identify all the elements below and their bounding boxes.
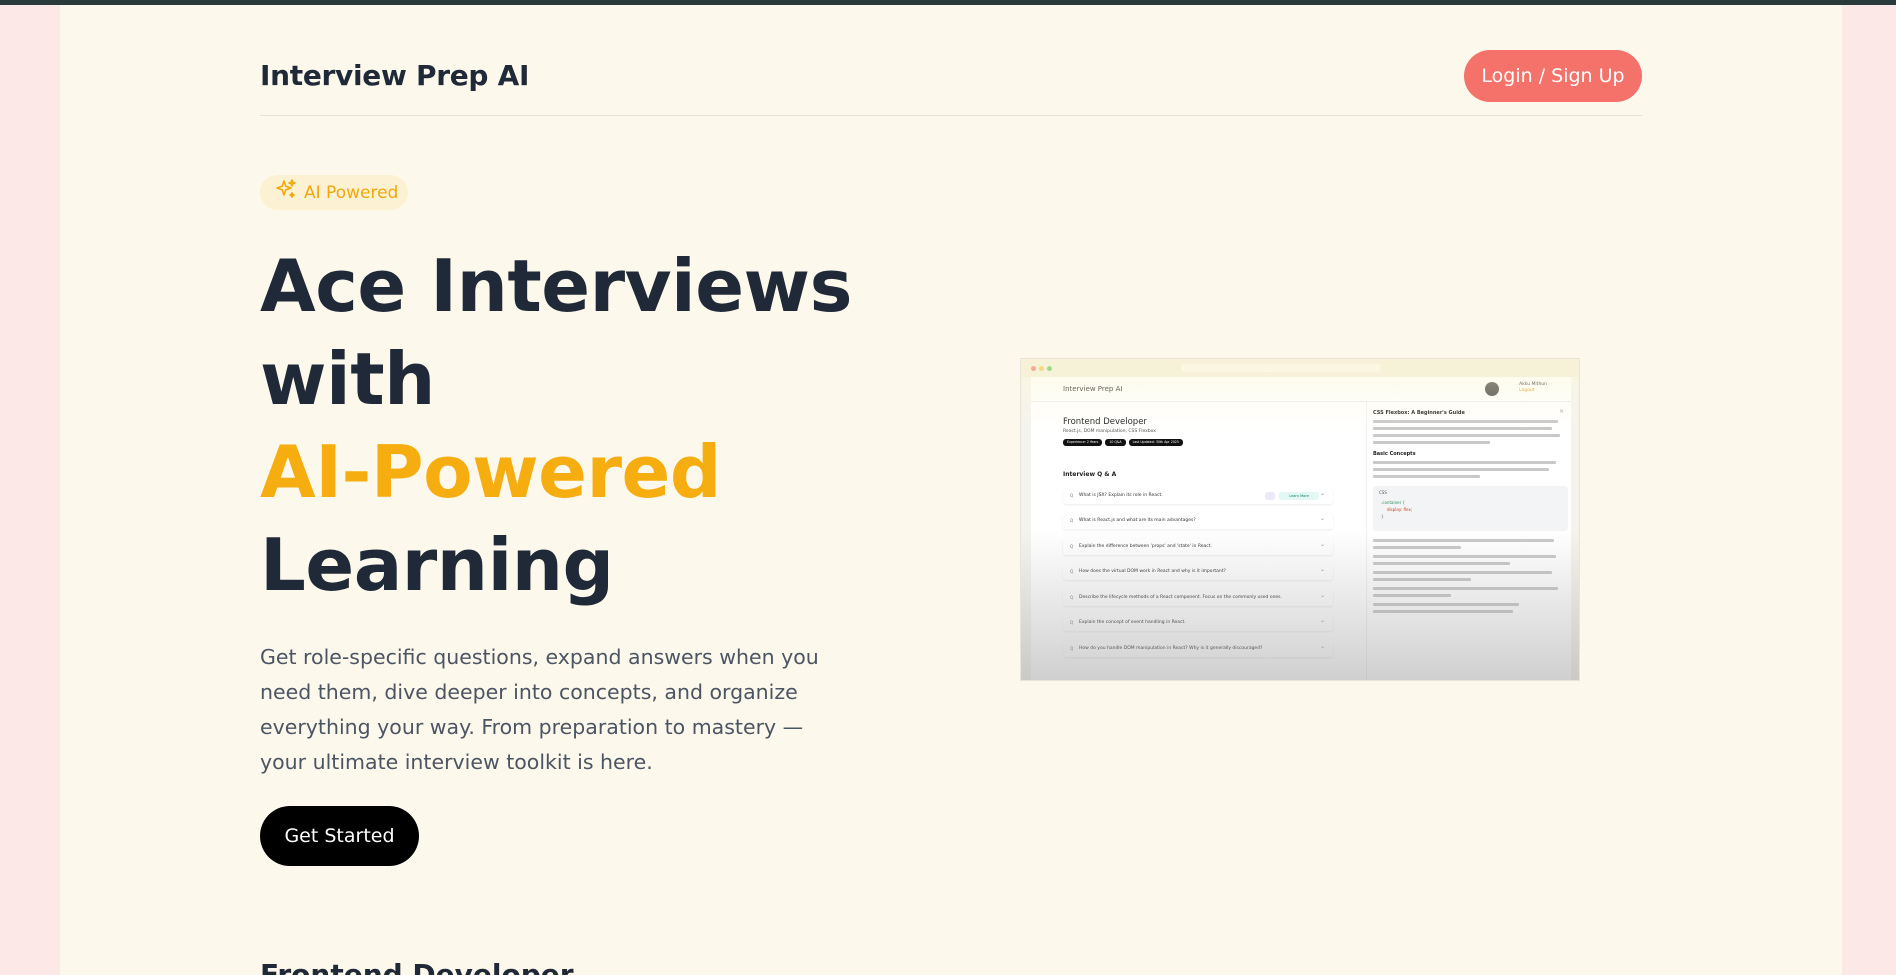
preview-tag: Last Updated: 30th Apr 2025	[1128, 439, 1183, 446]
preview-question-item: Describe the lifecycle methods of a Reac…	[1063, 588, 1333, 606]
preview-close-icon: ×	[1558, 408, 1564, 415]
preview-text-line	[1373, 562, 1510, 565]
hero-title-line-2: with	[260, 337, 435, 421]
hero-title-line-4: Learning	[260, 523, 614, 607]
main-container: Interview Prep AI Login / Sign Up AI Pow…	[260, 5, 1702, 975]
hero-description: Get role-specific questions, expand answ…	[260, 645, 819, 774]
login-signup-button[interactable]: Login / Sign Up	[1464, 50, 1642, 102]
window-minimize-dot	[1039, 366, 1044, 371]
preview-drawer: CSS Flexbox: A Beginner's Guide × Basic …	[1366, 402, 1576, 680]
preview-user: Akku Mithun Logout	[1519, 382, 1547, 394]
preview-question-text: What is JSX? Explain its role in React.	[1079, 492, 1163, 498]
preview-topics: React.js, DOM manipulation, CSS Flexbox	[1063, 429, 1156, 434]
preview-code-line: .container {	[1381, 500, 1406, 505]
preview-code-block: CSS .container { display: flex; }	[1373, 486, 1568, 531]
preview-question-item: What is JSX? Explain its role in React. …	[1063, 486, 1333, 504]
preview-question-item: Explain the concept of event handling in…	[1063, 613, 1333, 631]
preview-text-line	[1373, 546, 1461, 549]
hero-title-line-1: Ace Interviews	[260, 244, 852, 328]
preview-text-line	[1373, 420, 1559, 423]
preview-qa-heading: Interview Q & A	[1063, 471, 1117, 478]
next-section-heading: Frontend Developer	[260, 958, 574, 975]
preview-text-line	[1373, 427, 1553, 430]
preview-url-bar	[1181, 364, 1381, 372]
preview-text-line	[1373, 603, 1520, 606]
preview-question-item: Explain the difference between 'props' a…	[1063, 537, 1333, 555]
badge-label: AI Powered	[304, 182, 399, 203]
preview-learn-more: Learn More	[1279, 491, 1319, 500]
site-header: Interview Prep AI Login / Sign Up	[260, 5, 1642, 116]
preview-question-item: What is React.js and what are its main a…	[1063, 511, 1333, 529]
preview-browser-chrome	[1021, 359, 1579, 377]
preview-code-line: display: flex;	[1387, 507, 1413, 512]
preview-brand: Interview Prep AI	[1063, 385, 1123, 393]
preview-role: Frontend Developer	[1063, 417, 1147, 427]
preview-text-line	[1373, 555, 1557, 558]
preview-text-line	[1373, 461, 1557, 464]
preview-tags: Experience: 2 Years 10 Q&A Last Updated:…	[1063, 439, 1333, 446]
window-close-dot	[1031, 366, 1036, 371]
preview-main: Frontend Developer React.js, DOM manipul…	[1063, 407, 1333, 657]
preview-text-line	[1373, 594, 1451, 597]
hero-title-accent: AI-Powered	[260, 430, 721, 514]
preview-text-line	[1373, 587, 1559, 590]
preview-code-lang: CSS	[1379, 490, 1387, 495]
preview-question-item: How do you handle DOM manipulation in Re…	[1063, 639, 1333, 657]
preview-pin-icon	[1265, 491, 1275, 500]
preview-tag: Experience: 2 Years	[1063, 439, 1103, 446]
app-preview-image: Interview Prep AI Akku Mithun Logout Fro…	[1020, 358, 1580, 681]
preview-text-line	[1373, 434, 1561, 437]
preview-text-line	[1373, 468, 1549, 471]
window-maximize-dot	[1047, 366, 1052, 371]
preview-text-line	[1373, 578, 1471, 581]
preview-header: Interview Prep AI Akku Mithun Logout	[1031, 377, 1571, 402]
preview-code-line: }	[1381, 514, 1384, 519]
landing-page: Interview Prep AI Login / Sign Up AI Pow…	[60, 5, 1842, 975]
hero-title: Ace Interviews with AI-Powered Learning	[260, 240, 900, 612]
site-brand[interactable]: Interview Prep AI	[260, 59, 529, 92]
ai-powered-badge: AI Powered	[260, 175, 408, 210]
sparkles-icon	[274, 178, 298, 207]
preview-app-window: Interview Prep AI Akku Mithun Logout Fro…	[1031, 377, 1571, 680]
preview-text-line	[1373, 475, 1481, 478]
preview-tag: 10 Q&A	[1105, 439, 1126, 446]
preview-text-line	[1373, 441, 1490, 444]
preview-logout: Logout	[1519, 388, 1535, 393]
get-started-button[interactable]: Get Started	[260, 806, 419, 866]
preview-question-item: How does the virtual DOM work in React a…	[1063, 562, 1333, 580]
preview-text-line	[1373, 610, 1514, 613]
preview-text-line	[1373, 571, 1553, 574]
preview-text-line	[1373, 539, 1555, 542]
preview-drawer-title: CSS Flexbox: A Beginner's Guide	[1373, 410, 1465, 416]
preview-avatar	[1485, 382, 1499, 396]
preview-drawer-section: Basic Concepts	[1373, 451, 1416, 457]
preview-user-name: Akku Mithun	[1519, 382, 1547, 387]
